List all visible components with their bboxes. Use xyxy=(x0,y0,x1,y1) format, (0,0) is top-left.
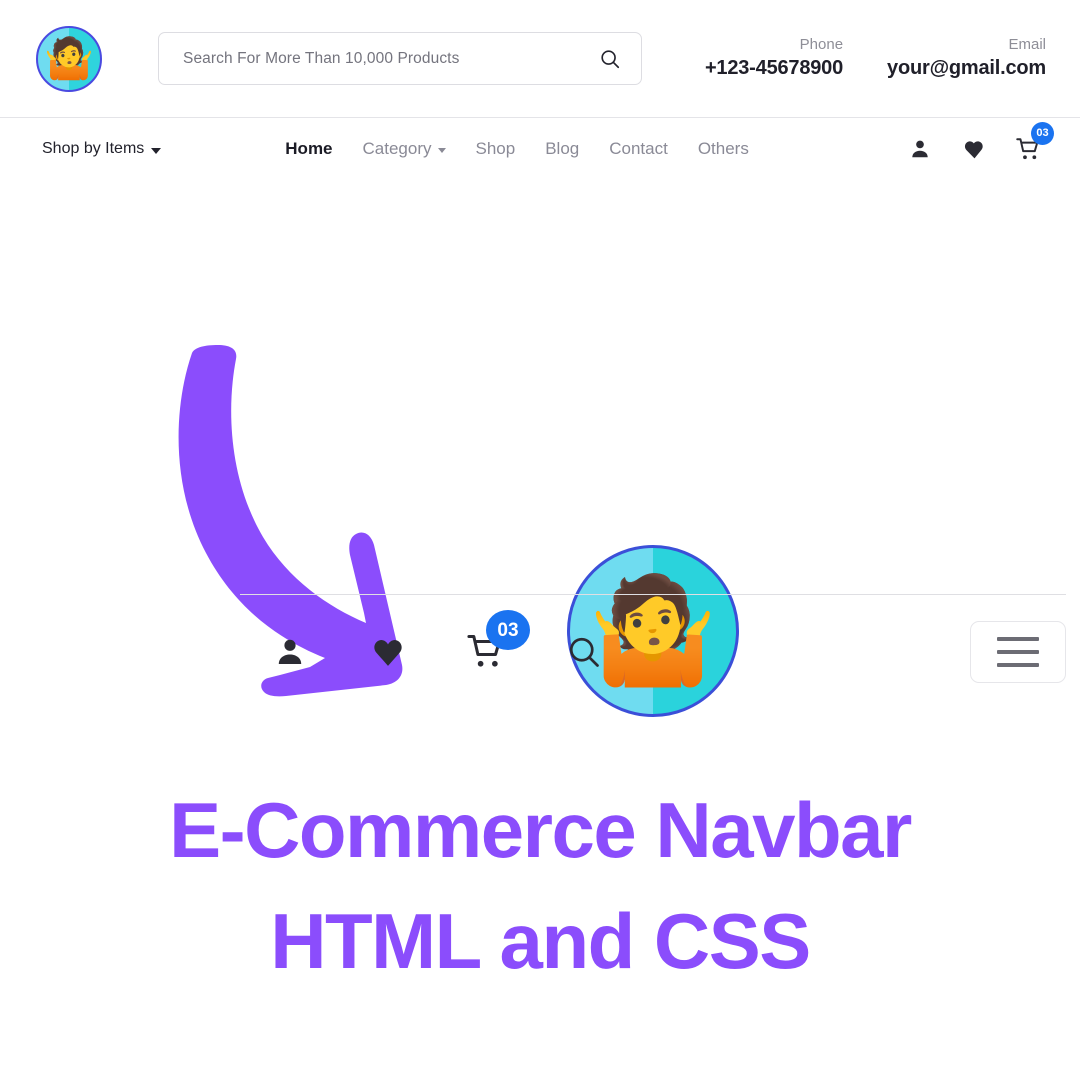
page-title-line-2: HTML and CSS xyxy=(270,896,811,985)
hamburger-menu-button[interactable] xyxy=(970,621,1066,683)
contact-email-value[interactable]: your@gmail.com xyxy=(887,55,1046,82)
search-input[interactable] xyxy=(183,49,597,68)
wishlist-button[interactable] xyxy=(960,135,988,163)
shrug-person-avatar-icon: 🤷 xyxy=(44,36,94,81)
nav-item-home[interactable]: Home xyxy=(285,139,332,159)
contact-email-label: Email xyxy=(1008,35,1046,53)
contact-phone: Phone +123-45678900 xyxy=(705,35,843,82)
mobile-navbar: 03 xyxy=(240,610,1066,692)
nav-item-contact[interactable]: Contact xyxy=(609,139,668,159)
main-navbar: Shop by Items Home Category Shop Blog Co… xyxy=(0,118,1080,180)
mobile-search-button[interactable] xyxy=(564,632,604,672)
cart-button[interactable]: 03 xyxy=(1014,122,1054,163)
nav-item-others-label: Others xyxy=(697,139,749,158)
mobile-nav-divider xyxy=(240,594,1066,595)
nav-item-shop[interactable]: Shop xyxy=(476,139,516,159)
shop-by-items-label: Shop by Items xyxy=(42,140,145,157)
cart-count-badge: 03 xyxy=(1031,122,1054,145)
navbar-action-icons: 03 xyxy=(906,122,1054,163)
search-icon xyxy=(601,49,620,68)
nav-item-contact-label: Contact xyxy=(609,139,668,158)
wishlist-heart-icon xyxy=(964,140,983,158)
wishlist-heart-icon xyxy=(374,639,402,666)
search-bar[interactable] xyxy=(158,32,642,85)
contact-phone-label: Phone xyxy=(799,35,844,53)
nav-links: Home Category Shop Blog Contact Others xyxy=(285,139,749,159)
nav-item-shop-label: Shop xyxy=(475,139,516,158)
mobile-wishlist-button[interactable] xyxy=(368,632,408,672)
top-header-bar: 🤷 Phone +123-45678900 Email your@gmail.c… xyxy=(0,0,1080,117)
brand-logo[interactable]: 🤷 xyxy=(36,25,102,92)
hamburger-menu-icon-bar xyxy=(997,663,1039,667)
nav-item-blog-label: Blog xyxy=(545,139,580,158)
nav-item-others[interactable]: Others xyxy=(698,139,749,159)
hamburger-menu-icon-bar xyxy=(997,650,1039,654)
chevron-down-icon xyxy=(151,147,162,154)
nav-item-blog[interactable]: Blog xyxy=(545,139,579,159)
contact-email: Email your@gmail.com xyxy=(887,35,1046,82)
shop-by-items-dropdown[interactable]: Shop by Items xyxy=(42,140,162,158)
contact-group: Phone +123-45678900 Email your@gmail.com xyxy=(705,35,1050,82)
search-submit-button[interactable] xyxy=(597,46,623,72)
showcase-area: 🤷 03 E-Commerce Navbar HTML and CSS xyxy=(0,180,1080,1080)
account-icon xyxy=(278,639,302,664)
page-title-line-1: E-Commerce Navbar xyxy=(169,786,912,874)
account-button[interactable] xyxy=(906,135,934,163)
search-icon xyxy=(569,637,599,667)
contact-phone-value[interactable]: +123-45678900 xyxy=(705,55,843,82)
nav-item-home-label: Home xyxy=(285,139,333,158)
chevron-down-icon xyxy=(437,148,446,153)
mobile-cart-button[interactable]: 03 xyxy=(466,610,530,672)
mobile-action-icons: 03 xyxy=(240,610,604,672)
nav-item-category-label: Category xyxy=(362,139,432,158)
hamburger-menu-icon-bar xyxy=(997,637,1039,641)
mobile-cart-count-badge: 03 xyxy=(486,610,530,650)
nav-item-category[interactable]: Category xyxy=(363,139,446,159)
account-icon xyxy=(912,140,928,158)
mobile-account-button[interactable] xyxy=(270,632,310,672)
page-title: E-Commerce Navbar HTML and CSS xyxy=(0,775,1080,997)
